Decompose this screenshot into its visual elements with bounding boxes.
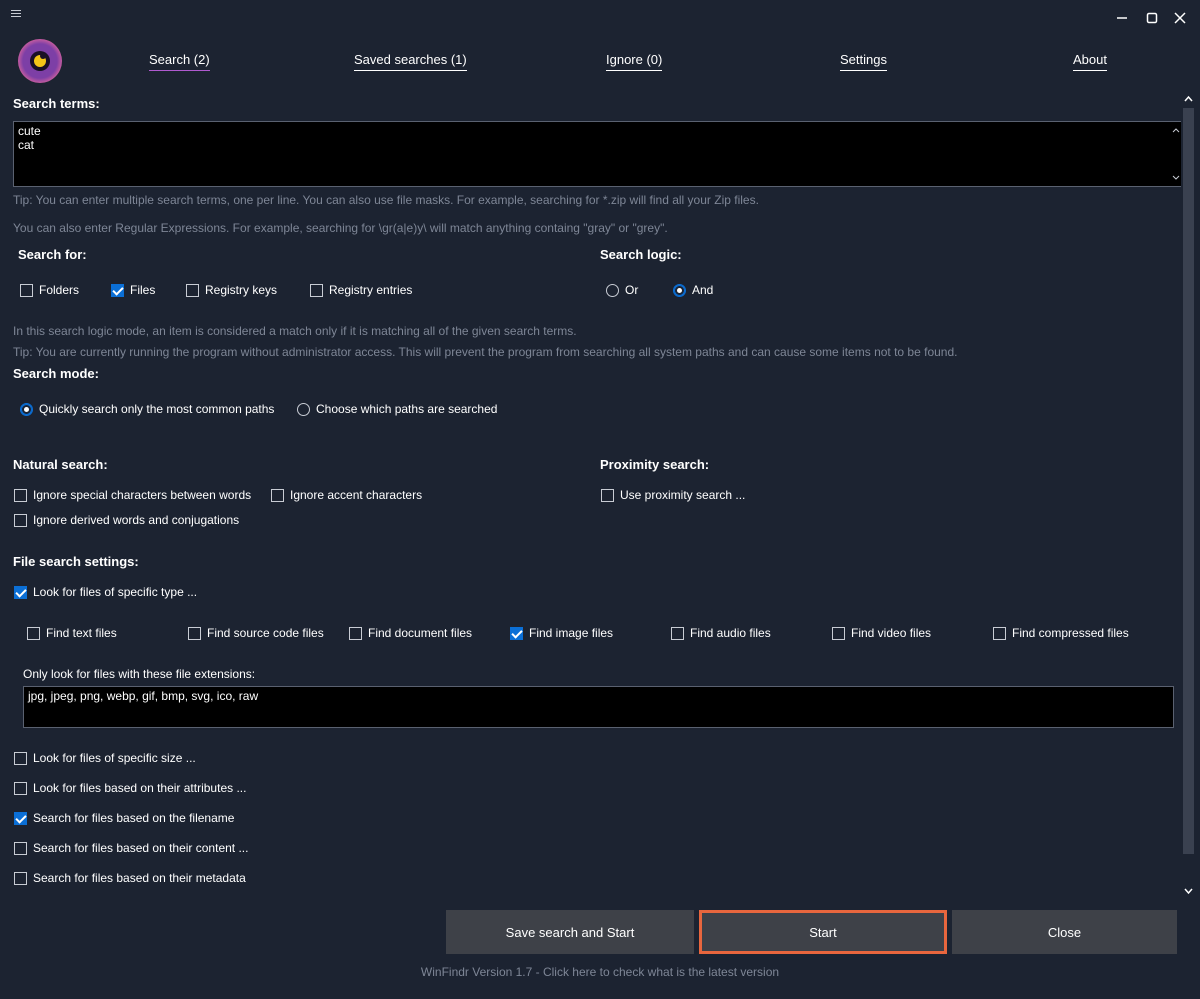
radio-circle[interactable] <box>606 283 619 297</box>
filename-checkbox[interactable]: Search for files based on the filename <box>14 811 234 825</box>
extensions-label: Only look for files with these file exte… <box>23 667 256 681</box>
tab-saved-searches[interactable]: Saved searches (1) <box>354 52 467 71</box>
close-window-icon[interactable] <box>1172 10 1188 26</box>
checkbox-box[interactable] <box>14 513 27 527</box>
admin-tip: Tip: You are currently running the progr… <box>13 345 958 359</box>
document-files-checkbox[interactable]: Find document files <box>349 626 472 640</box>
folders-checkbox[interactable]: Folders <box>20 283 79 297</box>
checkbox-box[interactable] <box>27 626 40 640</box>
video-files-checkbox[interactable]: Find video files <box>832 626 931 640</box>
metadata-checkbox[interactable]: Search for files based on their metadata <box>14 871 246 885</box>
save-search-start-button[interactable]: Save search and Start <box>446 910 694 954</box>
files-checkbox[interactable]: Files <box>111 283 155 297</box>
quick-search-radio[interactable]: Quickly search only the most common path… <box>20 402 274 416</box>
logic-and-radio[interactable]: And <box>673 283 713 297</box>
radio-circle[interactable] <box>673 283 686 297</box>
checkbox-box[interactable] <box>14 841 27 855</box>
app-logo <box>18 39 62 83</box>
checkbox-box[interactable] <box>14 871 27 885</box>
audio-files-checkbox[interactable]: Find audio files <box>671 626 771 640</box>
file-search-heading: File search settings: <box>13 554 139 569</box>
source-code-files-checkbox[interactable]: Find source code files <box>188 626 324 640</box>
checkbox-box[interactable] <box>671 626 684 640</box>
checkbox-box[interactable] <box>20 283 33 297</box>
scroll-down-icon[interactable] <box>1181 884 1196 901</box>
regex-tip: You can also enter Regular Expressions. … <box>13 221 668 235</box>
proximity-search-checkbox[interactable]: Use proximity search ... <box>601 488 745 502</box>
close-button[interactable]: Close <box>952 910 1177 954</box>
title-bar <box>0 0 1200 38</box>
version-link[interactable]: WinFindr Version 1.7 - Click here to che… <box>0 965 1200 979</box>
proximity-search-heading: Proximity search: <box>600 457 710 472</box>
content-checkbox[interactable]: Search for files based on their content … <box>14 841 248 855</box>
checkbox-box[interactable] <box>14 585 27 599</box>
checkbox-box[interactable] <box>14 488 27 502</box>
checkbox-box[interactable] <box>111 283 124 297</box>
menu-icon[interactable] <box>11 8 25 22</box>
logic-or-radio[interactable]: Or <box>606 283 638 297</box>
search-terms-heading: Search terms: <box>13 96 100 111</box>
search-mode-heading: Search mode: <box>13 366 99 381</box>
search-for-heading: Search for: <box>18 247 87 262</box>
checkbox-box[interactable] <box>14 751 27 765</box>
checkbox-box[interactable] <box>601 488 614 502</box>
checkbox-box[interactable] <box>14 781 27 795</box>
search-terms-scrollbar[interactable] <box>1171 124 1181 184</box>
registry-entries-checkbox[interactable]: Registry entries <box>310 283 412 297</box>
checkbox-box[interactable] <box>993 626 1006 640</box>
checkbox-box[interactable] <box>271 488 284 502</box>
natural-search-heading: Natural search: <box>13 457 108 472</box>
tab-ignore[interactable]: Ignore (0) <box>606 52 663 71</box>
checkbox-box[interactable] <box>186 283 199 297</box>
start-button[interactable]: Start <box>699 910 947 954</box>
tab-settings[interactable]: Settings <box>840 52 887 71</box>
extensions-input[interactable]: jpg, jpeg, png, webp, gif, bmp, svg, ico… <box>23 686 1174 728</box>
scroll-up-icon[interactable] <box>1181 92 1196 109</box>
choose-paths-radio[interactable]: Choose which paths are searched <box>297 402 497 416</box>
specific-type-checkbox[interactable]: Look for files of specific type ... <box>14 585 197 599</box>
ignore-special-chars-checkbox[interactable]: Ignore special characters between words <box>14 488 251 502</box>
specific-size-checkbox[interactable]: Look for files of specific size ... <box>14 751 196 765</box>
ignore-accent-checkbox[interactable]: Ignore accent characters <box>271 488 422 502</box>
checkbox-box[interactable] <box>310 283 323 297</box>
checkbox-box[interactable] <box>188 626 201 640</box>
search-terms-input[interactable]: cute cat <box>13 121 1183 187</box>
registry-keys-checkbox[interactable]: Registry keys <box>186 283 277 297</box>
radio-circle[interactable] <box>20 402 33 416</box>
image-files-checkbox[interactable]: Find image files <box>510 626 613 640</box>
search-logic-info: In this search logic mode, an item is co… <box>13 324 577 338</box>
ignore-derived-words-checkbox[interactable]: Ignore derived words and conjugations <box>14 513 239 527</box>
checkbox-box[interactable] <box>14 811 27 825</box>
checkbox-box[interactable] <box>510 626 523 640</box>
main-scrollbar-thumb[interactable] <box>1183 108 1194 854</box>
radio-circle[interactable] <box>297 402 310 416</box>
search-terms-tip: Tip: You can enter multiple search terms… <box>13 193 759 207</box>
tab-search[interactable]: Search (2) <box>149 52 210 71</box>
maximize-icon[interactable] <box>1144 10 1160 26</box>
search-logic-heading: Search logic: <box>600 247 682 262</box>
tab-about[interactable]: About <box>1073 52 1107 71</box>
attributes-checkbox[interactable]: Look for files based on their attributes… <box>14 781 246 795</box>
text-files-checkbox[interactable]: Find text files <box>27 626 117 640</box>
minimize-icon[interactable] <box>1114 10 1130 26</box>
checkbox-box[interactable] <box>832 626 845 640</box>
checkbox-box[interactable] <box>349 626 362 640</box>
compressed-files-checkbox[interactable]: Find compressed files <box>993 626 1129 640</box>
